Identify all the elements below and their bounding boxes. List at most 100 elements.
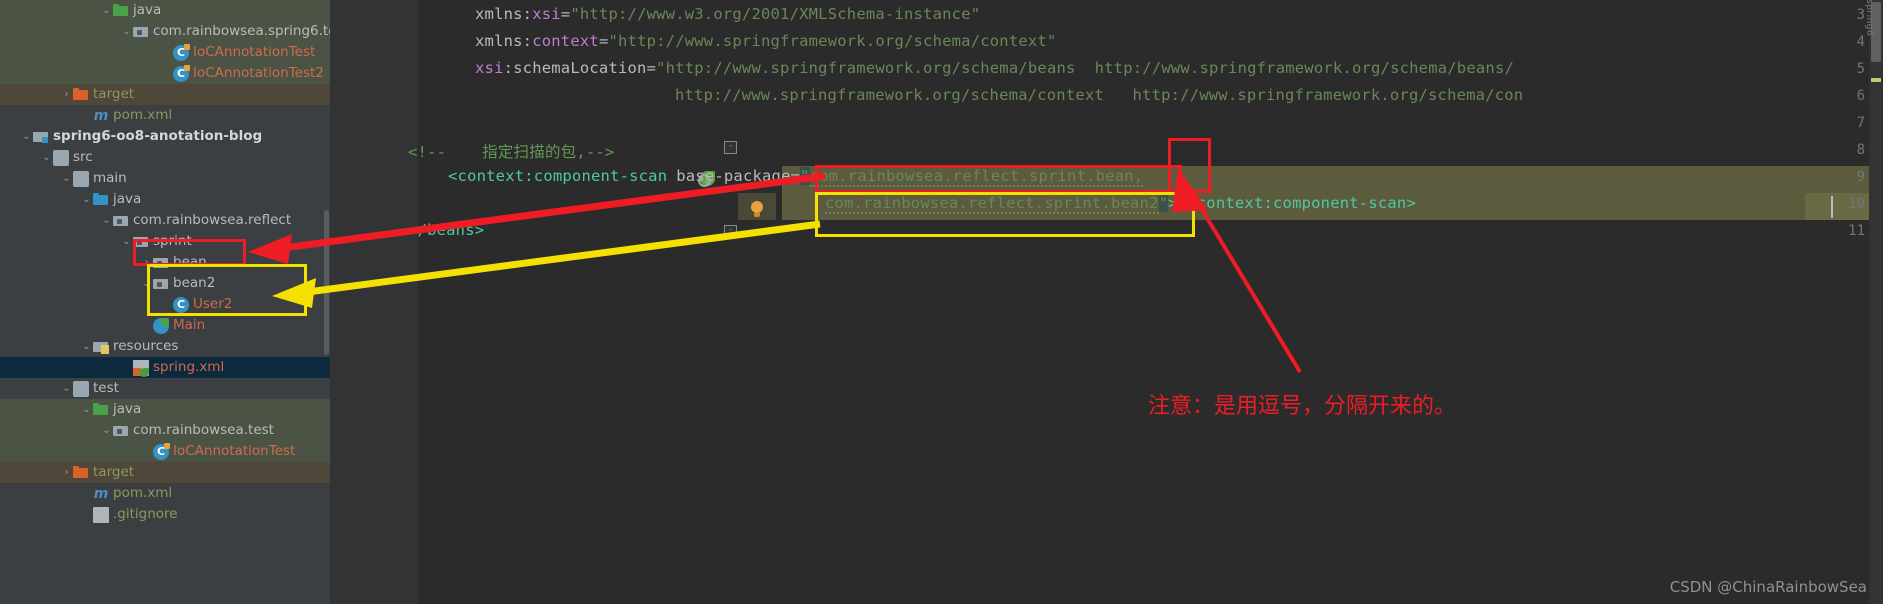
chevron-down-icon[interactable]: ⌄ [20,126,33,147]
chevron-down-icon[interactable]: ⌄ [100,0,113,21]
chevron-down-icon[interactable]: ⌄ [80,189,93,210]
code-token: base-package [676,167,791,185]
folder-icon [73,380,89,397]
annotated-class-icon [173,64,190,82]
tree-item-label: spring.xml [153,359,225,375]
tree-item-com-rainbowsea-spring6-test[interactable]: ⌄ com.rainbowsea.spring6.test [0,21,330,42]
runnable-class-icon [153,317,169,334]
intention-bulb-icon[interactable] [738,193,776,220]
tree-item-label: IoCAnnotationTest2 [193,65,324,81]
tree-item-label: com.rainbowsea.spring6.test [153,23,330,39]
code-line-3: xmlns:xsi="http://www.w3.org/2001/XMLSch… [475,5,980,23]
code-token: " [800,167,810,185]
annotation-box-red-comma [1168,138,1211,193]
code-token: "http://www.w3.org/2001/XMLSchema-instan… [570,5,981,23]
folder-icon [73,170,89,187]
gitignore-file-icon [93,506,109,523]
tree-item-spring-xml[interactable]: spring.xml [0,357,330,378]
tree-item-label: spring6-oo8-anotation-blog [53,128,263,144]
fold-column[interactable] [400,0,418,604]
code-token: <context:component-scan [448,167,668,185]
tree-item-com-rainbowsea-reflect[interactable]: ⌄ com.rainbowsea.reflect [0,210,330,231]
resources-folder-icon [93,339,109,355]
annotation-box-yellow-bean2-folder [147,264,307,316]
package-icon [133,24,149,40]
tree-item-label: java [133,2,162,18]
editor-scrollbar[interactable]: spring6 [1864,0,1883,604]
tree-item-iocannotationtest[interactable]: IoCAnnotationTest [0,42,330,63]
tree-item-label: IoCAnnotationTest [193,44,316,60]
tree-item-spring6-oo8-anotation-blog[interactable]: ⌄ spring6-oo8-anotation-blog [0,126,330,147]
code-token: context [532,32,599,50]
chevron-down-icon[interactable]: ⌄ [60,378,73,399]
module-icon [33,129,49,145]
tree-item-label: pom.xml [113,485,173,501]
tree-item-main[interactable]: ⌄ main [0,168,330,189]
test-source-folder-icon [93,402,109,418]
lightbulb-glyph [751,200,763,217]
code-token: xsi [532,5,561,23]
chevron-down-icon[interactable]: ⌄ [120,21,133,42]
line-number: 7 [1856,115,1865,131]
tree-item-com-rainbowsea-test[interactable]: ⌄ com.rainbowsea.test [0,420,330,441]
screen-root: ⌄java⌄com.rainbowsea.spring6.testIoCAnno… [0,0,1883,604]
tree-item-main[interactable]: Main [0,315,330,336]
code-token: xmlns: [475,5,533,23]
tree-item-label: src [73,149,93,165]
tree-item-java[interactable]: ⌄ java [0,0,330,21]
tree-item-label: target [93,464,135,480]
chevron-down-icon[interactable]: ⌄ [80,336,93,357]
package-icon [113,213,129,229]
tree-item--gitignore[interactable]: .gitignore [0,504,330,525]
line-number: 4 [1856,34,1865,50]
code-editor[interactable]: 3 4 5 6 7 8 9 10 11 - - xmlns:xsi="http:… [330,0,1883,604]
fold-marker[interactable]: - [724,141,737,154]
code-line-5: xsi:schemaLocation="http://www.springfra… [475,59,1514,77]
tree-item-src[interactable]: ⌄ src [0,147,330,168]
code-line-6: http://www.springframework.org/schema/co… [675,86,1523,104]
line-number: 6 [1856,88,1865,104]
tree-item-test[interactable]: ⌄ test [0,378,330,399]
tree-item-label: Main [173,317,206,333]
code-token: http://www.springframework.org/schema/co… [675,86,1524,104]
scrollbar-marker[interactable] [1871,78,1881,82]
tree-item-label: test [93,380,119,396]
code-token: :schemaLocation [503,59,647,77]
code-token: = [790,167,801,185]
editor-gutter[interactable] [330,0,400,604]
scrollbar-label: spring6 [1864,0,1874,37]
tree-item-pom-xml[interactable]: m pom.xml [0,105,330,126]
chevron-down-icon[interactable]: ⌄ [100,210,113,231]
fold-marker[interactable]: - [724,225,737,238]
tree-item-label: target [93,86,135,102]
tree-item-pom-xml[interactable]: m pom.xml [0,483,330,504]
code-line-4: xmlns:context="http://www.springframewor… [475,32,1056,50]
tree-item-resources[interactable]: ⌄ resources [0,336,330,357]
tree-item-label: .gitignore [113,506,178,522]
tree-item-java[interactable]: ⌄ java [0,189,330,210]
annotation-box-red-bean-string [815,165,1182,193]
watermark-text: CSDN @ChinaRainbowSea [1669,578,1867,596]
tree-item-target[interactable]: › target [0,462,330,483]
tree-item-target[interactable]: › target [0,84,330,105]
folder-icon [53,149,69,166]
excluded-folder-icon [73,87,89,103]
chevron-down-icon[interactable]: ⌄ [40,147,53,168]
chevron-right-icon[interactable]: › [60,84,73,105]
sidebar-scrollbar-thumb[interactable] [324,210,329,355]
tree-item-iocannotationtest[interactable]: IoCAnnotationTest [0,441,330,462]
test-source-folder-icon [113,3,129,19]
code-token: xmlns: [475,32,533,50]
tree-item-java[interactable]: ⌄ java [0,399,330,420]
line-number: 8 [1856,142,1865,158]
code-token: </beans> [408,221,485,239]
chevron-down-icon[interactable]: ⌄ [100,420,113,441]
chevron-down-icon[interactable]: ⌄ [60,168,73,189]
annotation-box-yellow-bean2-string [815,192,1195,237]
tree-item-iocannotationtest2[interactable]: IoCAnnotationTest2 [0,63,330,84]
chevron-down-icon[interactable]: ⌄ [120,231,133,252]
code-line-8: <!-- 指定扫描的包,--> [408,140,614,162]
chevron-down-icon[interactable]: ⌄ [80,399,93,420]
code-token: <!-- [408,143,447,161]
chevron-right-icon[interactable]: › [60,462,73,483]
